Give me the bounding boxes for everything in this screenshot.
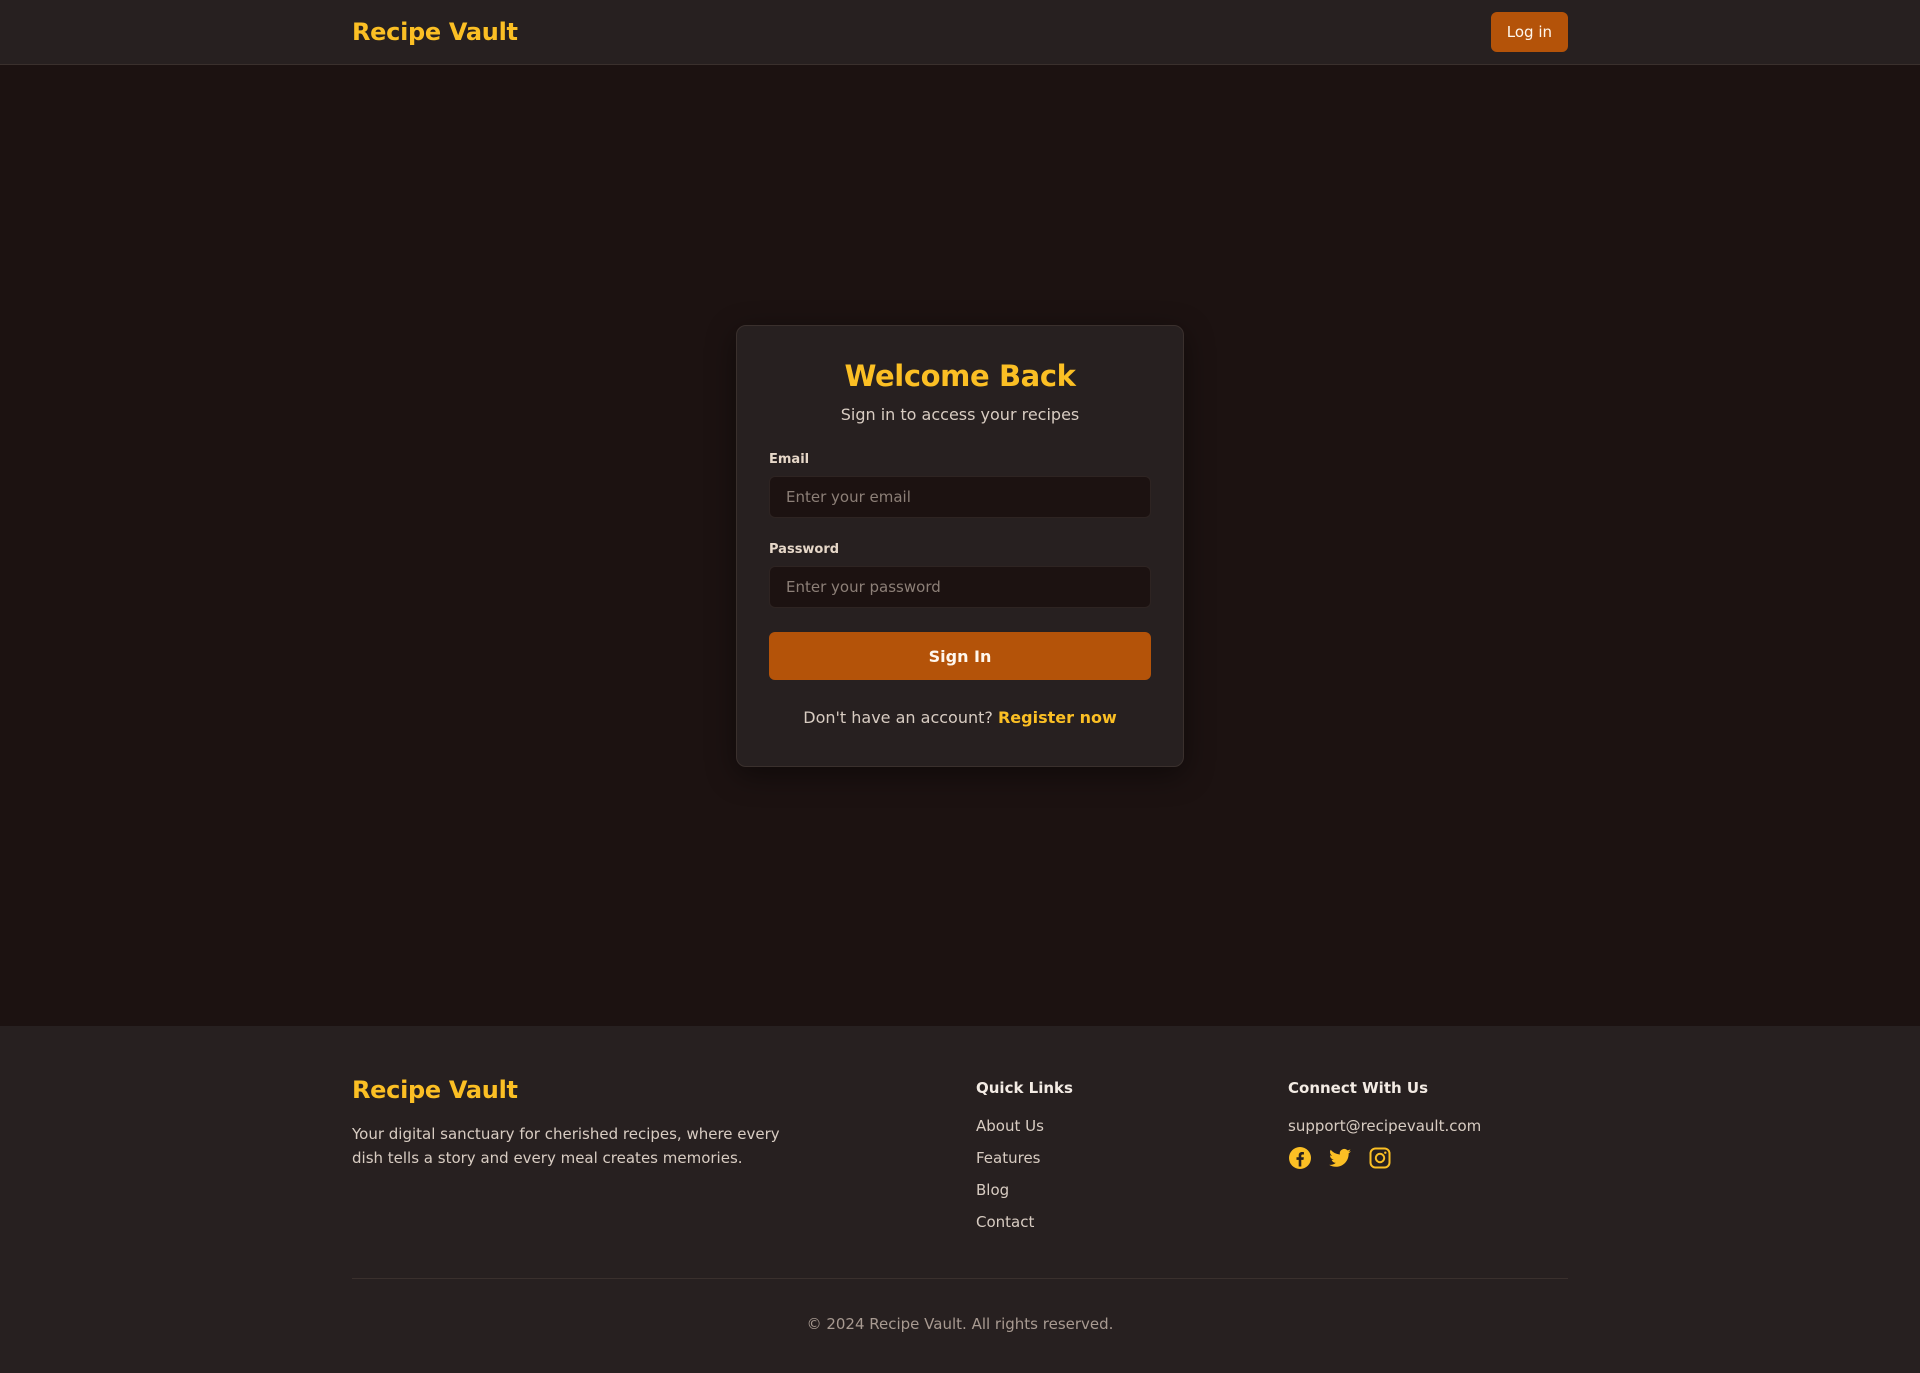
login-title: Welcome Back — [844, 359, 1076, 393]
features-link[interactable]: Features — [976, 1149, 1041, 1167]
register-link[interactable]: Register now — [998, 708, 1117, 727]
site-header: Recipe Vault Log in — [0, 0, 1920, 65]
password-input[interactable] — [769, 566, 1151, 608]
header-container: Recipe Vault Log in — [352, 0, 1568, 64]
quick-link-item: About Us — [976, 1110, 1288, 1142]
instagram-icon[interactable] — [1368, 1146, 1392, 1170]
register-prompt-text: Don't have an account? — [803, 708, 993, 727]
login-subtitle: Sign in to access your recipes — [840, 405, 1080, 424]
footer-columns: Recipe Vault Your digital sanctuary for … — [352, 1076, 1568, 1260]
login-card: Welcome Back Sign in to access your reci… — [736, 325, 1184, 767]
main-content: Welcome Back Sign in to access your reci… — [0, 65, 1920, 1026]
copyright-text: © 2024 Recipe Vault. All rights reserved… — [806, 1315, 1114, 1333]
sign-in-button[interactable]: Sign In — [769, 632, 1151, 680]
connect-heading: Connect With Us — [1288, 1079, 1428, 1097]
login-button[interactable]: Log in — [1490, 12, 1568, 52]
quick-link-item: Contact — [976, 1206, 1288, 1238]
facebook-icon[interactable] — [1288, 1146, 1312, 1170]
page: Recipe Vault Log in Welcome Back Sign in… — [0, 0, 1920, 1373]
password-field-group: Password — [769, 542, 1151, 608]
footer-divider — [352, 1278, 1568, 1279]
about-us-link[interactable]: About Us — [976, 1117, 1044, 1135]
email-input[interactable] — [769, 476, 1151, 518]
quick-links-list: About Us Features Blog Contact — [976, 1110, 1288, 1238]
footer-container: Recipe Vault Your digital sanctuary for … — [352, 1026, 1568, 1333]
quick-links-heading: Quick Links — [976, 1079, 1073, 1097]
register-prompt-line: Don't have an account? Register now — [769, 708, 1151, 727]
social-icons-row — [1288, 1146, 1568, 1170]
quick-link-item: Blog — [976, 1174, 1288, 1206]
footer-brand: Recipe Vault — [352, 1076, 518, 1104]
email-field-group: Email — [769, 452, 1151, 518]
twitter-icon[interactable] — [1328, 1146, 1352, 1170]
footer-quick-links-column: Quick Links About Us Features Blog Conta… — [976, 1076, 1288, 1260]
footer-connect-column: Connect With Us support@recipevault.com — [1288, 1076, 1568, 1260]
quick-link-item: Features — [976, 1142, 1288, 1174]
brand-logo[interactable]: Recipe Vault — [352, 18, 518, 46]
footer-description: Your digital sanctuary for cherished rec… — [352, 1125, 780, 1167]
email-label: Email — [769, 452, 810, 467]
blog-link[interactable]: Blog — [976, 1181, 1009, 1199]
support-email[interactable]: support@recipevault.com — [1288, 1110, 1568, 1142]
contact-link[interactable]: Contact — [976, 1213, 1034, 1231]
footer-brand-column: Recipe Vault Your digital sanctuary for … — [352, 1076, 976, 1260]
password-label: Password — [769, 542, 840, 557]
site-footer: Recipe Vault Your digital sanctuary for … — [0, 1026, 1920, 1373]
